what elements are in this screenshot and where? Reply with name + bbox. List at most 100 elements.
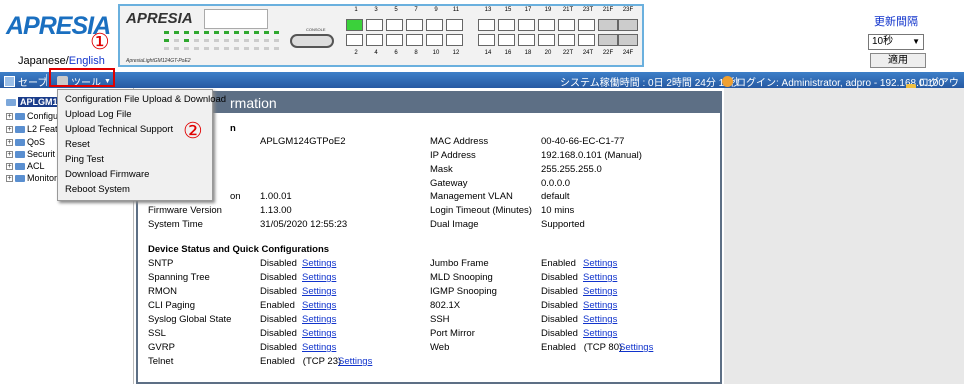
settings-link[interactable]: Settings — [302, 258, 336, 269]
feature-name: Syslog Global State — [148, 314, 232, 325]
tree-item-monitoring[interactable]: + Monitor — [6, 173, 57, 183]
feature-name: CLI Paging — [148, 300, 196, 311]
settings-link[interactable]: Settings — [338, 356, 372, 367]
menu-item-reboot-system[interactable]: Reboot System — [65, 184, 130, 195]
expand-icon[interactable]: + — [6, 162, 13, 170]
tree-item-security[interactable]: + Securit — [6, 149, 55, 159]
feature-name: RMON — [148, 286, 178, 297]
port[interactable] — [406, 19, 423, 31]
port-number-label: 24F — [622, 50, 634, 56]
port[interactable] — [366, 34, 383, 46]
console-label: CONSOLE — [306, 27, 326, 32]
menu-item-reset[interactable]: Reset — [65, 139, 90, 150]
port[interactable] — [406, 34, 423, 46]
tree-item-acl[interactable]: + ACL — [6, 161, 45, 171]
port[interactable] — [498, 34, 515, 46]
port[interactable] — [578, 19, 595, 31]
port[interactable] — [346, 34, 363, 46]
port[interactable] — [558, 34, 575, 46]
port[interactable] — [618, 34, 638, 46]
port[interactable] — [578, 34, 595, 46]
port[interactable] — [446, 19, 463, 31]
settings-link[interactable]: Settings — [619, 342, 653, 353]
settings-link[interactable]: Settings — [583, 272, 617, 283]
port[interactable] — [478, 34, 495, 46]
gateway-label: Gateway — [430, 178, 468, 189]
settings-link[interactable]: Settings — [302, 328, 336, 339]
tree-root[interactable]: APLGM1 — [6, 97, 60, 107]
settings-link[interactable]: Settings — [583, 314, 617, 325]
port-number-label: 2 — [354, 50, 358, 56]
firmware-label: Firmware Version — [148, 205, 222, 216]
port[interactable] — [366, 19, 383, 31]
port-number-label: 18 — [524, 50, 532, 56]
port-number-label: 16 — [504, 50, 512, 56]
port-number-label: 5 — [394, 7, 398, 13]
lang-english-link[interactable]: English — [69, 55, 105, 67]
dual-image-label: Dual Image — [430, 219, 479, 230]
port[interactable] — [386, 34, 403, 46]
port[interactable] — [598, 19, 618, 31]
feature-name: SSL — [148, 328, 166, 339]
port[interactable] — [478, 19, 495, 31]
settings-link[interactable]: Settings — [583, 286, 617, 297]
feature-name: 802.1X — [430, 300, 461, 311]
led-row-3 — [164, 47, 284, 50]
menu-item-config-upload-download[interactable]: Configuration File Upload & Download — [65, 94, 226, 105]
tree-item-label: L2 Feat — [27, 124, 58, 134]
save-button[interactable]: セーブ — [4, 74, 47, 89]
settings-link[interactable]: Settings — [302, 272, 336, 283]
port-number-label: 1 — [354, 7, 358, 13]
expand-icon[interactable]: + — [6, 112, 13, 120]
feature-name: Jumbo Frame — [430, 258, 489, 269]
settings-link[interactable]: Settings — [583, 300, 617, 311]
port[interactable] — [558, 19, 575, 31]
refresh-interval-value: 10秒 — [872, 36, 894, 47]
port[interactable] — [346, 19, 363, 31]
tree-item-l2-features[interactable]: + L2 Feat — [6, 124, 58, 134]
settings-link[interactable]: Settings — [302, 314, 336, 325]
menu-item-upload-tech-support[interactable]: Upload Technical Support — [65, 124, 173, 135]
port[interactable] — [538, 19, 555, 31]
port-number-label: 22F — [602, 50, 614, 56]
port-number-label: 12 — [452, 50, 460, 56]
annotation-number-1: ① — [90, 29, 110, 54]
port[interactable] — [446, 34, 463, 46]
panel-model-label: ApresiaLightGM124GT-PoE2 — [126, 58, 191, 64]
settings-link[interactable]: Settings — [583, 258, 617, 269]
port[interactable] — [598, 34, 618, 46]
port[interactable] — [498, 19, 515, 31]
menu-item-upload-log[interactable]: Upload Log File — [65, 109, 132, 120]
port[interactable] — [426, 34, 443, 46]
expand-icon[interactable]: + — [6, 138, 13, 146]
lang-japanese-link[interactable]: Japanese/ — [18, 55, 69, 67]
port[interactable] — [538, 34, 555, 46]
settings-link[interactable]: Settings — [302, 300, 336, 311]
model-value: APLGM124GTPoE2 — [260, 136, 346, 147]
expand-icon[interactable]: + — [6, 150, 13, 158]
apply-button[interactable]: 適用 — [870, 53, 926, 68]
port-number-label: 7 — [414, 7, 418, 13]
settings-link[interactable]: Settings — [302, 286, 336, 297]
port[interactable] — [518, 34, 535, 46]
menu-item-download-firmware[interactable]: Download Firmware — [65, 169, 149, 180]
port[interactable] — [518, 19, 535, 31]
port[interactable] — [618, 19, 638, 31]
mask-label: Mask — [430, 164, 453, 175]
port[interactable] — [426, 19, 443, 31]
expand-icon[interactable]: + — [6, 174, 13, 182]
port[interactable] — [386, 19, 403, 31]
settings-link[interactable]: Settings — [583, 328, 617, 339]
tree-item-qos[interactable]: + QoS — [6, 137, 45, 147]
expand-icon[interactable]: + — [6, 125, 13, 133]
refresh-interval-select[interactable]: 10秒 ▼ — [868, 34, 924, 50]
settings-link[interactable]: Settings — [302, 342, 336, 353]
folder-icon — [15, 138, 25, 146]
menu-item-ping-test[interactable]: Ping Test — [65, 154, 104, 165]
toolbar: セーブ ツール ▼ システム稼働時間 : 0日 2時間 24分 18秒 ログイン… — [0, 72, 964, 104]
tree-item-configuration[interactable]: + Configu — [6, 111, 58, 121]
mgmt-vlan-value: default — [541, 191, 570, 202]
system-time-label: System Time — [148, 219, 203, 230]
tree-item-label: ACL — [27, 161, 45, 171]
feature-status: Disabled — [541, 314, 578, 325]
